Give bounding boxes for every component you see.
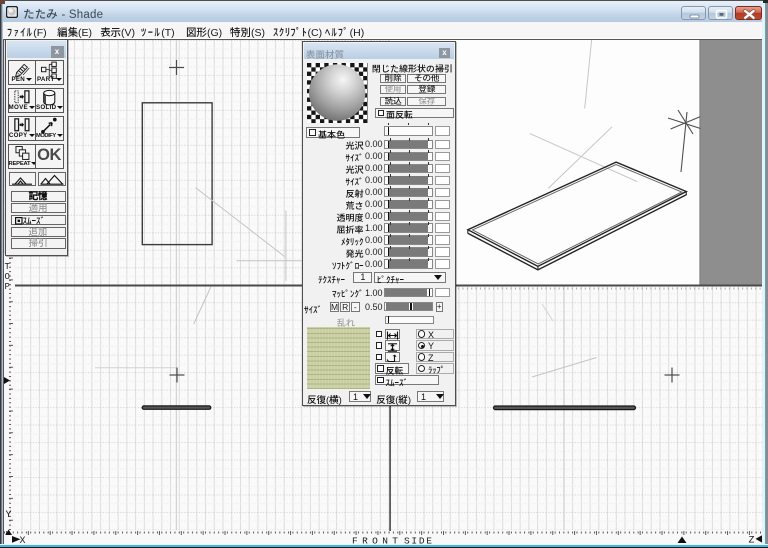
svg-text:Y: Y <box>5 510 11 521</box>
svg-text:P: P <box>4 282 9 292</box>
svg-text:O: O <box>4 272 9 282</box>
svg-text:T: T <box>4 262 10 272</box>
